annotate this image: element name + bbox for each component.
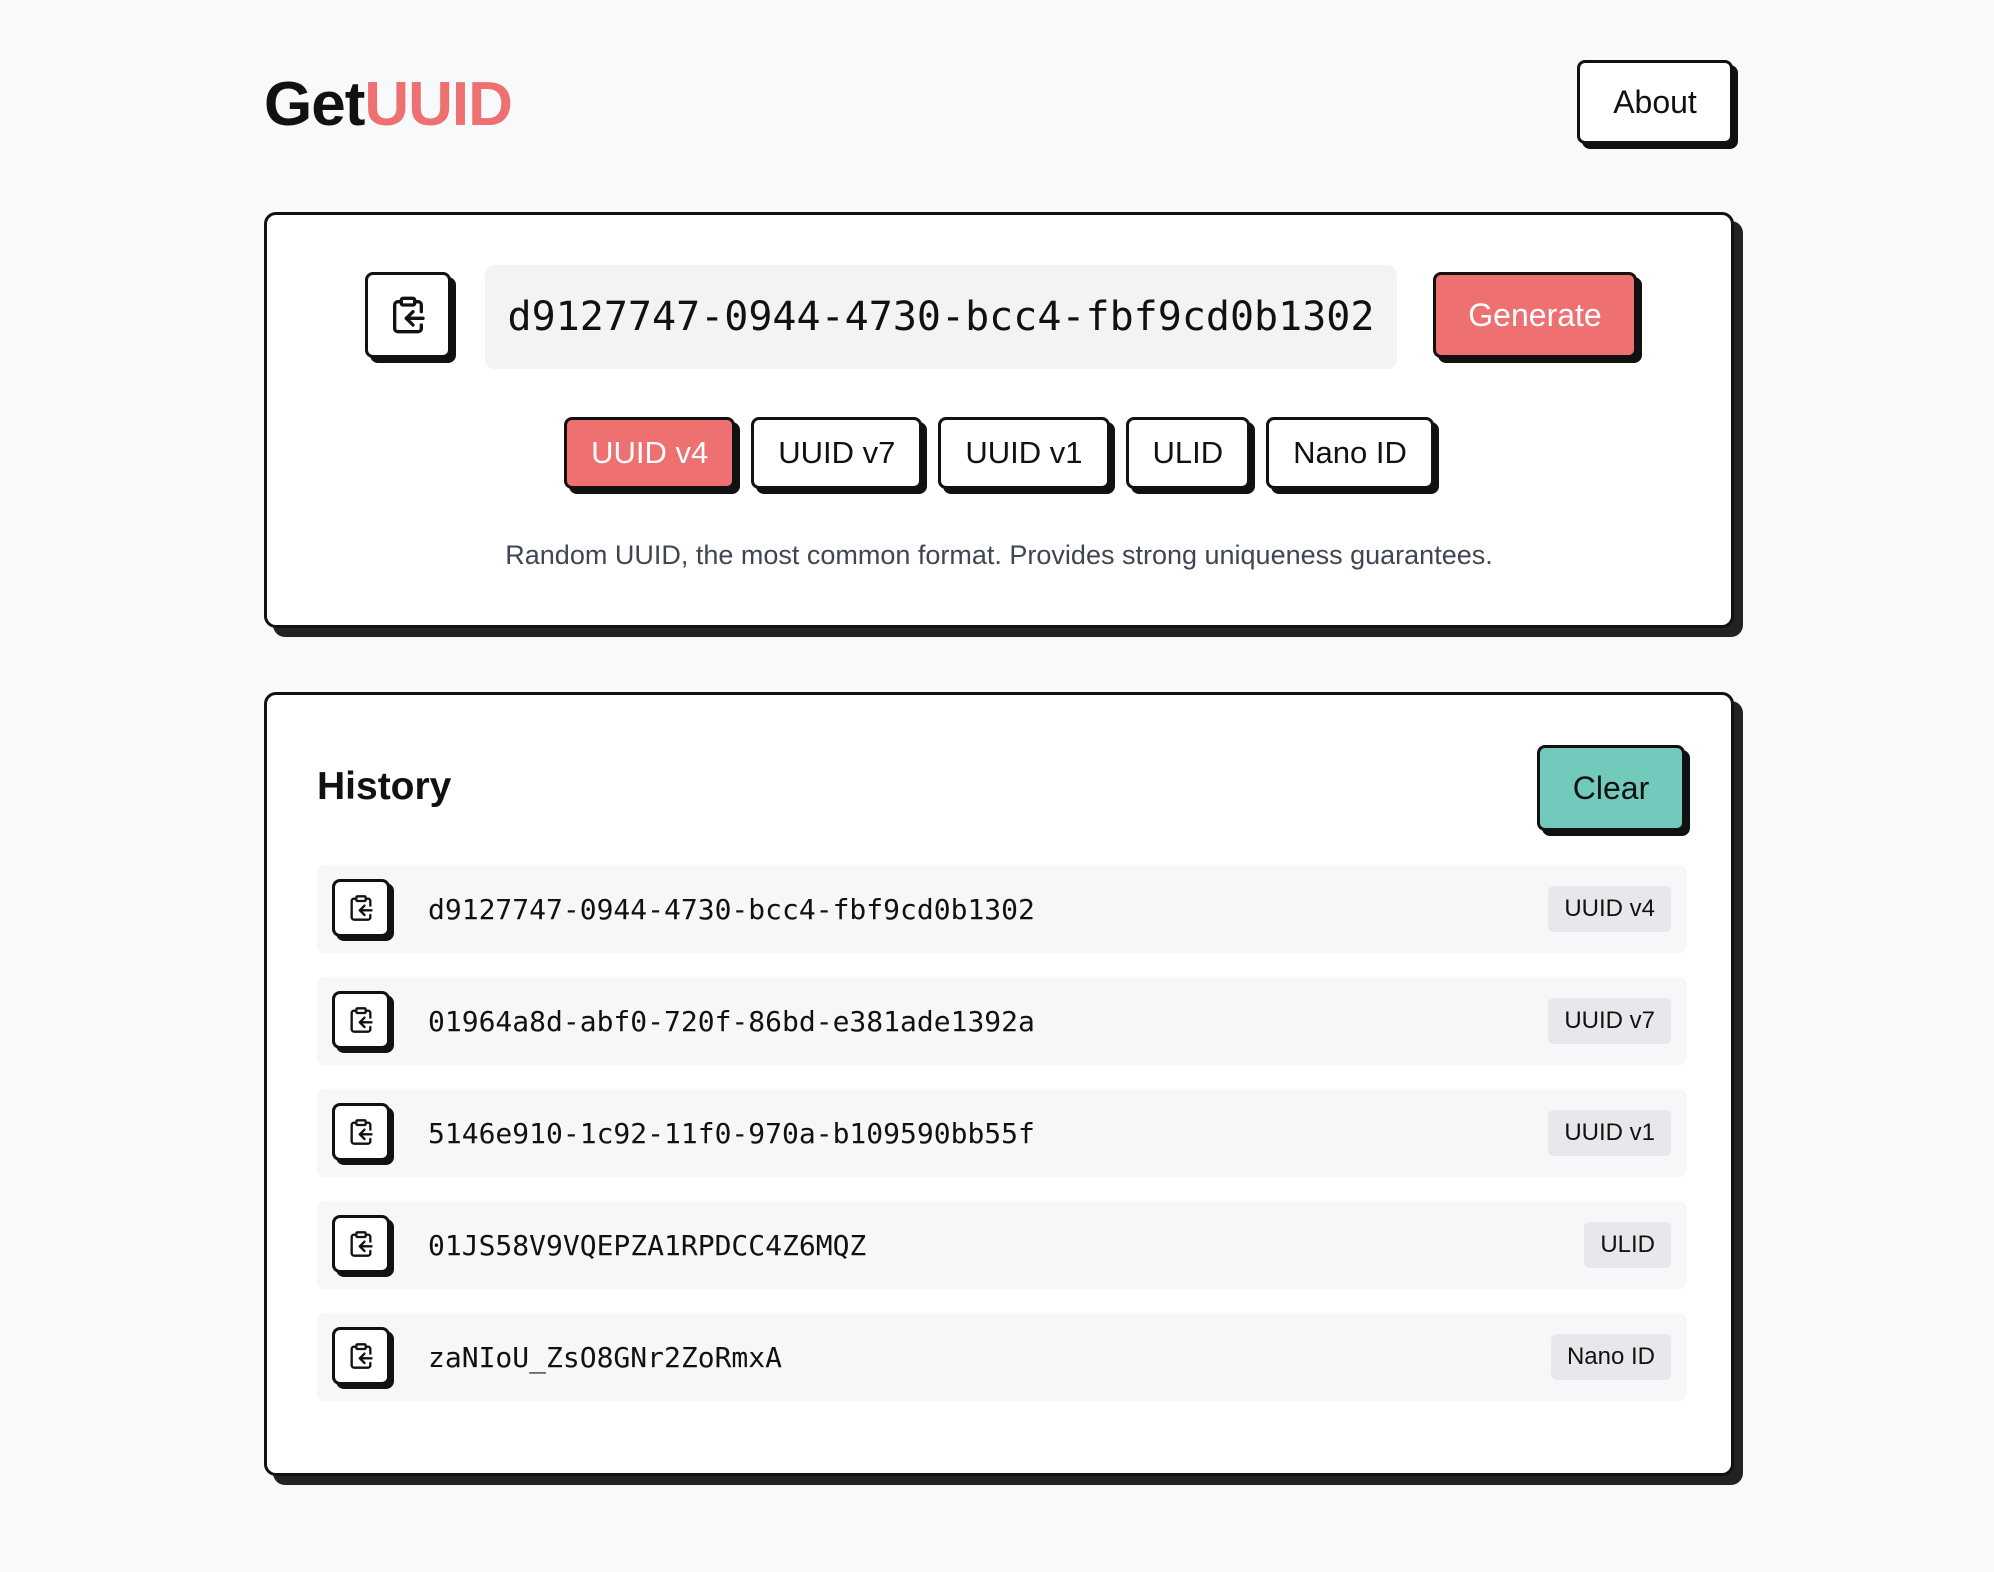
history-row: zaNIoU_ZsO8GNr2ZoRmxA Nano ID — [317, 1313, 1687, 1401]
history-list: d9127747-0944-4730-bcc4-fbf9cd0b1302 UUI… — [317, 865, 1687, 1425]
clipboard-copy-icon — [350, 1343, 373, 1369]
clipboard-copy-icon — [350, 1119, 373, 1145]
history-value: 5146e910-1c92-11f0-970a-b109590bb55f — [428, 1116, 1035, 1150]
history-copy-button[interactable] — [332, 879, 390, 937]
logo-prefix: Get — [264, 70, 365, 139]
history-copy-button[interactable] — [332, 1215, 390, 1273]
logo-accent: UUID — [364, 70, 513, 139]
history-row: d9127747-0944-4730-bcc4-fbf9cd0b1302 UUI… — [317, 865, 1687, 953]
clipboard-copy-icon — [350, 895, 373, 921]
history-type-badge: UUID v1 — [1548, 1110, 1671, 1156]
history-value: zaNIoU_ZsO8GNr2ZoRmxA — [428, 1340, 783, 1374]
page: GetUUID About d9127747-0944-4730-bcc4-fb… — [0, 0, 1994, 1572]
history-type-badge: UUID v7 — [1548, 998, 1671, 1044]
history-copy-button[interactable] — [332, 1103, 390, 1161]
history-copy-button[interactable] — [332, 1327, 390, 1385]
generate-button[interactable]: Generate — [1433, 272, 1637, 358]
type-button-uuid-v7[interactable]: UUID v7 — [751, 417, 923, 489]
generator-card: d9127747-0944-4730-bcc4-fbf9cd0b1302 Gen… — [264, 212, 1734, 628]
history-row: 01964a8d-abf0-720f-86bd-e381ade1392a UUI… — [317, 977, 1687, 1065]
clipboard-copy-icon — [393, 296, 425, 334]
history-title: History — [317, 765, 452, 808]
type-description: Random UUID, the most common format. Pro… — [505, 540, 1493, 570]
clipboard-copy-icon — [350, 1231, 373, 1257]
history-row: 5146e910-1c92-11f0-970a-b109590bb55f UUI… — [317, 1089, 1687, 1177]
clipboard-copy-icon — [350, 1007, 373, 1033]
history-type-badge: UUID v4 — [1548, 886, 1671, 932]
copy-button[interactable] — [365, 272, 451, 358]
history-type-badge: Nano ID — [1550, 1334, 1671, 1380]
about-button[interactable]: About — [1577, 60, 1733, 144]
clear-button[interactable]: Clear — [1537, 745, 1685, 831]
history-row: 01JS58V9VQEPZA1RPDCC4Z6MQZ ULID — [317, 1201, 1687, 1289]
type-button-ulid[interactable]: ULID — [1125, 417, 1251, 489]
uuid-output[interactable]: d9127747-0944-4730-bcc4-fbf9cd0b1302 — [485, 265, 1397, 369]
logo[interactable]: GetUUID — [264, 70, 513, 140]
history-type-badge: ULID — [1584, 1222, 1671, 1268]
type-button-uuid-v4[interactable]: UUID v4 — [564, 417, 736, 489]
type-button-uuid-v1[interactable]: UUID v1 — [938, 417, 1110, 489]
history-value: 01JS58V9VQEPZA1RPDCC4Z6MQZ — [428, 1228, 867, 1262]
history-value: 01964a8d-abf0-720f-86bd-e381ade1392a — [428, 1004, 1035, 1038]
history-card: History Clear d9127747-0944-4730-bcc4-fb… — [264, 692, 1734, 1476]
type-button-nano-id[interactable]: Nano ID — [1266, 417, 1434, 489]
history-value: d9127747-0944-4730-bcc4-fbf9cd0b1302 — [428, 892, 1035, 926]
history-copy-button[interactable] — [332, 991, 390, 1049]
type-selector: UUID v4 UUID v7 UUID v1 ULID Nano ID — [267, 417, 1731, 489]
